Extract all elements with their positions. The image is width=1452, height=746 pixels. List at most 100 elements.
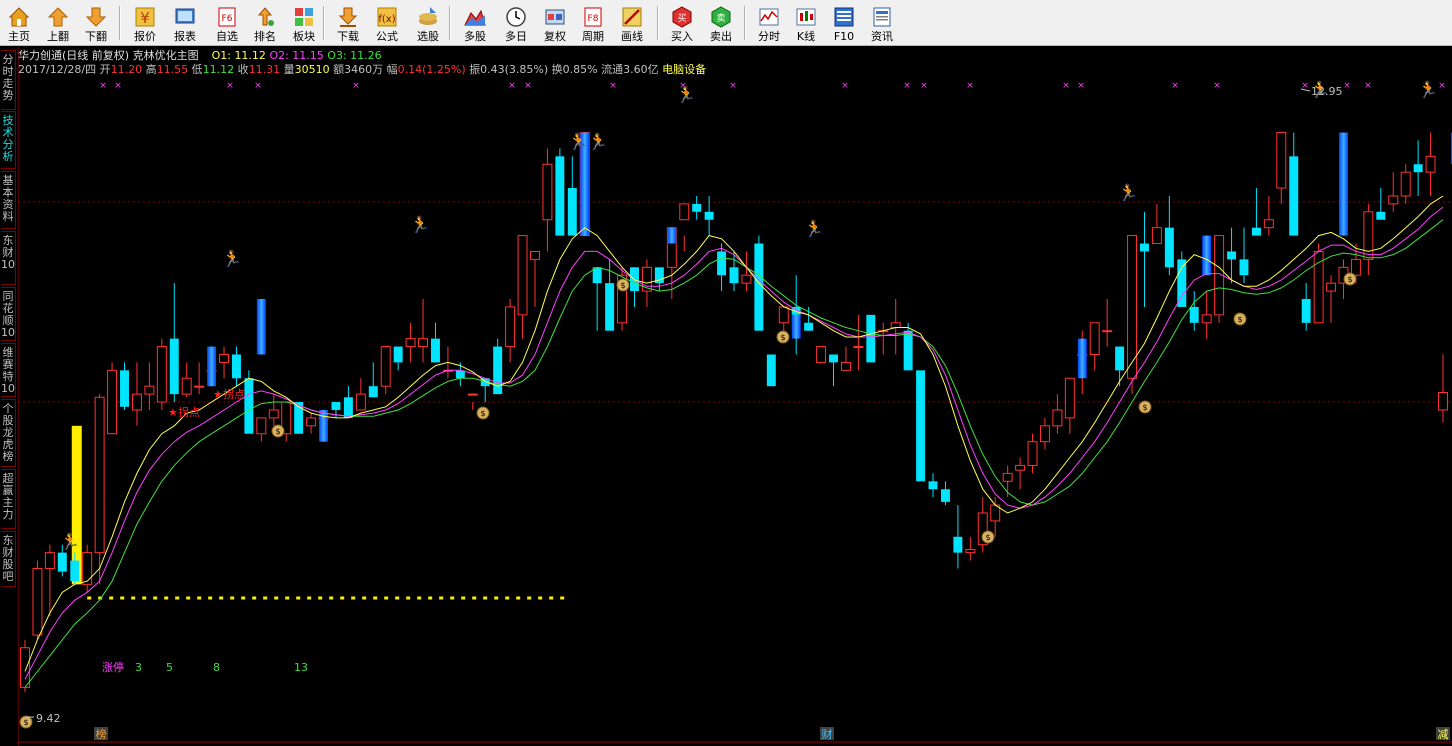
buy-icon: 买 bbox=[672, 6, 692, 28]
candle-body-down bbox=[1164, 227, 1174, 268]
candle-body-down bbox=[605, 283, 615, 331]
toolbar-button-21[interactable]: F10 bbox=[827, 2, 861, 44]
toolbar-button-9[interactable]: 下载 bbox=[331, 2, 365, 44]
kline-chart-svg[interactable]: × × × × × × × × × × × × × × × × × × × × × ×🏃🏃🏃🏃🏃🏃🏃🏃 🏃🏃$$$$$$$$… bbox=[18, 47, 1452, 746]
candle-body-up bbox=[219, 353, 229, 363]
toolbar-button-17[interactable]: 买买入 bbox=[665, 2, 699, 44]
sidebar-tab-8[interactable]: 超赢主力 bbox=[1, 469, 16, 529]
sidebar-tab-4[interactable]: 东财10 bbox=[1, 231, 16, 285]
candle-body-up bbox=[1326, 282, 1337, 292]
candle-body-up bbox=[1201, 314, 1212, 324]
money-bag-symbol: $ bbox=[620, 281, 625, 290]
cross-marker: × bbox=[226, 81, 234, 91]
formula-icon: f(x) bbox=[377, 7, 397, 27]
toolbar-button-18[interactable]: 卖卖出 bbox=[704, 2, 738, 44]
timeshare-icon bbox=[759, 8, 779, 26]
toolbar-button-10[interactable]: f(x) 公式 bbox=[370, 2, 404, 44]
toolbar-label: 下载 bbox=[337, 30, 359, 43]
candle-body-down bbox=[704, 211, 714, 220]
f10-icon bbox=[834, 7, 854, 27]
candle-body-up bbox=[107, 369, 118, 435]
candle-body-up bbox=[1102, 330, 1113, 333]
toolbar-button-16[interactable]: 画线 bbox=[615, 2, 649, 44]
main-toolbar: 主页 上翻 下翻 ¥ 报价 报表 F6 自选 排名 板块 下载 f(x) 公式 选股 多股 多日 复权 F8 周期 画… bbox=[0, 0, 1452, 46]
highlight-bar bbox=[1077, 338, 1087, 379]
candle-body-down bbox=[567, 188, 577, 236]
sidebar-tab-5[interactable]: 同花顺10 bbox=[1, 287, 16, 341]
toolbar-label: 复权 bbox=[544, 30, 566, 43]
toolbar-label: 画线 bbox=[621, 30, 643, 43]
open-label: 开 bbox=[99, 63, 111, 76]
side-tab-bar: 分时走势 技术分析基本资料东财10 同花顺10 维赛特10 个股龙虎榜超赢主力东财股吧 bbox=[0, 47, 17, 746]
runner-icon: 🏃 bbox=[1118, 183, 1138, 202]
sidebar-tab-9[interactable]: 东财股吧 bbox=[1, 531, 16, 587]
toolbar-label: 主页 bbox=[8, 30, 30, 43]
candle-body-up bbox=[890, 322, 901, 329]
toolbar-separator bbox=[744, 6, 746, 40]
inflection-star: ★ bbox=[213, 388, 223, 401]
candle-body-up bbox=[1425, 155, 1436, 173]
high-label: 高 bbox=[145, 63, 157, 76]
sidebar-tab-2[interactable]: 技术分析 bbox=[1, 111, 16, 169]
toolbar-button-6[interactable]: F6 自选 bbox=[210, 2, 244, 44]
highlight-bar bbox=[1202, 235, 1212, 276]
candle-body-down bbox=[331, 402, 341, 410]
toolbar-button-12[interactable]: 多股 bbox=[458, 2, 492, 44]
yen-icon: ¥ bbox=[135, 7, 155, 27]
candle-body-up bbox=[1015, 464, 1026, 471]
candle-body-down bbox=[120, 370, 129, 407]
candle-body-down bbox=[231, 354, 241, 379]
toolbar-button-14[interactable]: 复权 bbox=[538, 2, 572, 44]
candle-body-down bbox=[916, 370, 926, 482]
toolbar-separator bbox=[657, 6, 659, 40]
candle-body-up bbox=[1388, 195, 1399, 205]
toolbar-button-1[interactable]: 主页 bbox=[2, 2, 36, 44]
toolbar-label: 板块 bbox=[293, 30, 315, 43]
toolbar-button-5[interactable]: 报表 bbox=[168, 2, 202, 44]
sidebar-tab-7[interactable]: 个股龙虎榜 bbox=[1, 399, 16, 467]
toolbar-button-7[interactable]: 排名 bbox=[248, 2, 282, 44]
highlight-bar bbox=[207, 346, 217, 387]
cross-marker: × bbox=[99, 81, 107, 91]
toolbar-button-11[interactable]: 选股 bbox=[411, 2, 445, 44]
toolbar-button-22[interactable]: 资讯 bbox=[865, 2, 899, 44]
sidebar-tab-1[interactable]: 分时走势 bbox=[1, 50, 16, 110]
highlight-bar bbox=[256, 299, 266, 355]
candle-body-up bbox=[542, 163, 553, 221]
sector-icon bbox=[295, 8, 313, 26]
kline-chart-area[interactable]: × × × × × × × × × × × × × × × × × × × × × × 🏃 🏃 🏃 🏃 🏃 🏃 🏃 🏃 🏃 🏃 $ $ $ $ $ $ $ $… bbox=[18, 47, 1452, 746]
toolbar-button-19[interactable]: 分时 bbox=[752, 2, 786, 44]
candle-body-up bbox=[418, 338, 429, 348]
candle-body-down bbox=[754, 243, 764, 331]
inflection-label: 拐点 bbox=[223, 387, 245, 401]
toolbar-label: 资讯 bbox=[871, 30, 893, 43]
toolbar-button-3[interactable]: 下翻 bbox=[79, 2, 113, 44]
candle-body-up bbox=[679, 203, 690, 221]
amount-label: 额 bbox=[333, 63, 345, 76]
candle-body-up bbox=[44, 552, 55, 569]
toolbar-button-8[interactable]: 板块 bbox=[287, 2, 321, 44]
candle-body-down bbox=[393, 346, 403, 363]
toolbar-label: 排名 bbox=[254, 30, 276, 43]
toolbar-button-2[interactable]: 上翻 bbox=[41, 2, 75, 44]
toolbar-label: K线 bbox=[796, 30, 816, 43]
toolbar-button-13[interactable]: 多日 bbox=[499, 2, 533, 44]
stock-pick-icon bbox=[419, 7, 437, 25]
candle-body-down bbox=[953, 536, 963, 553]
candle-body-down bbox=[244, 378, 254, 434]
toolbar-button-20[interactable]: K线 bbox=[789, 2, 823, 44]
candle-body-up bbox=[1350, 258, 1361, 276]
toolbar-button-15[interactable]: F8 周期 bbox=[576, 2, 610, 44]
candle-body-up bbox=[1002, 472, 1013, 482]
candle-body-down bbox=[57, 552, 67, 572]
arrow-up-icon bbox=[47, 7, 69, 27]
candle-body-up bbox=[268, 409, 279, 419]
sidebar-tab-3[interactable]: 基本资料 bbox=[1, 171, 16, 229]
candle-body-up bbox=[32, 567, 43, 636]
chart-title: 华力创通(日线 前复权) 克林优化主图 bbox=[18, 49, 199, 62]
sidebar-tab-6[interactable]: 维赛特10 bbox=[1, 343, 16, 397]
candle-body-up bbox=[20, 647, 30, 688]
candle-body-down bbox=[1301, 299, 1311, 323]
multi-stock-icon bbox=[464, 9, 486, 26]
toolbar-button-4[interactable]: ¥ 报价 bbox=[128, 2, 162, 44]
